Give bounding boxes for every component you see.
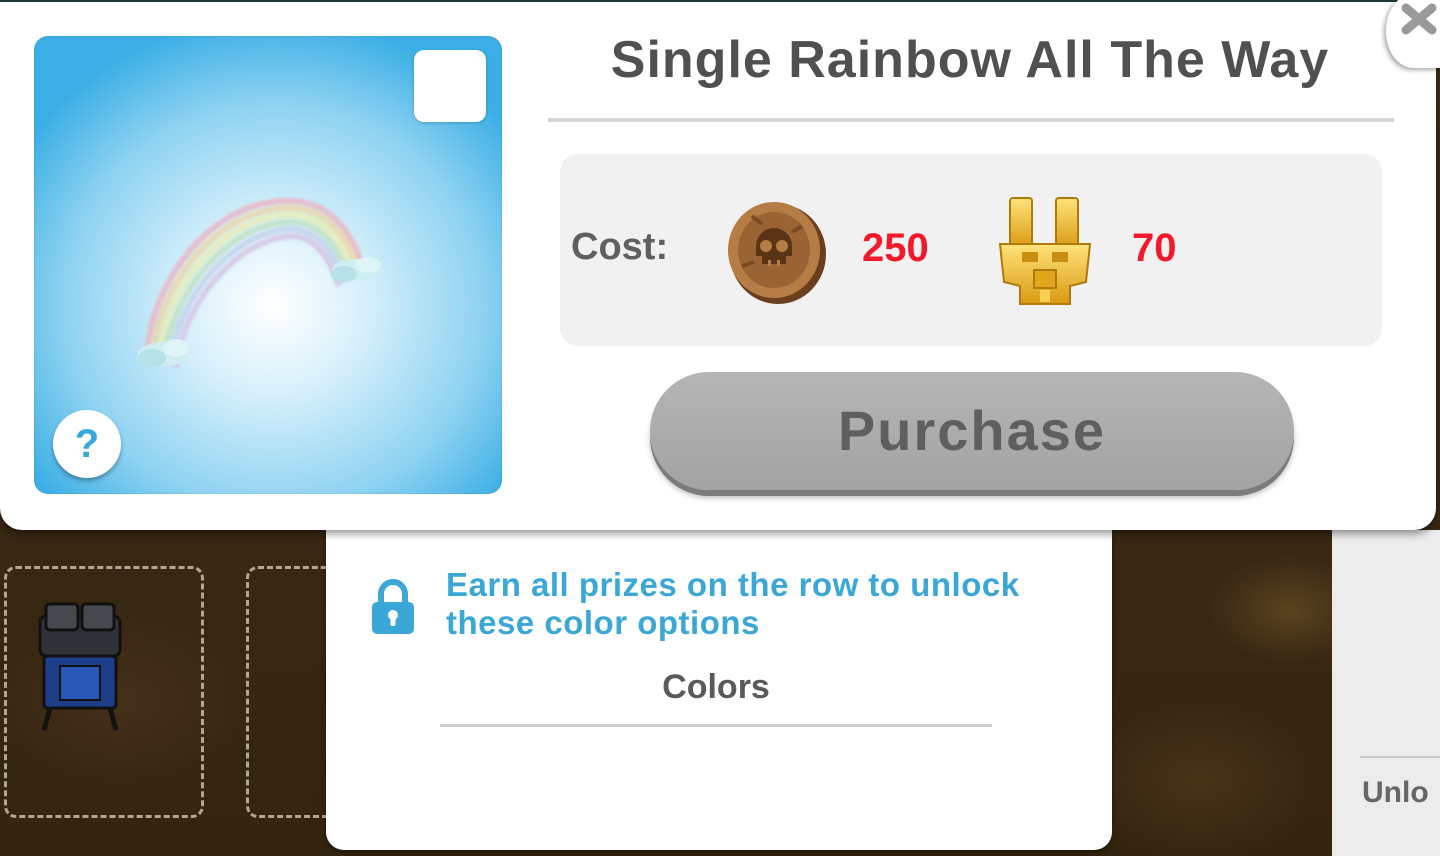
select-checkbox[interactable] [414, 50, 486, 122]
close-button[interactable] [1386, 0, 1440, 68]
item-title: Single Rainbow All The Way [610, 31, 1330, 89]
close-icon [1401, 3, 1437, 35]
cost-label: Cost: [571, 226, 669, 268]
colors-divider [440, 724, 992, 727]
help-button[interactable]: ? [53, 410, 121, 478]
gold-totem-icon [998, 197, 1092, 305]
cost-box [560, 154, 1382, 346]
purchase-button[interactable]: Purchase [650, 372, 1294, 490]
colors-title: Colors [662, 668, 770, 706]
title-divider [548, 118, 1394, 122]
machine-item-icon [38, 602, 122, 731]
totem-cost-amount: 70 [1132, 226, 1177, 270]
locked-colors-message: Earn all prizes on the row to unlock the… [446, 566, 1020, 641]
side-unlock-text: Unlo [1362, 776, 1429, 809]
lock-icon [372, 579, 414, 634]
coin-cost-amount: 250 [862, 226, 929, 270]
skull-coin-icon [728, 202, 826, 304]
side-divider [1360, 756, 1440, 758]
